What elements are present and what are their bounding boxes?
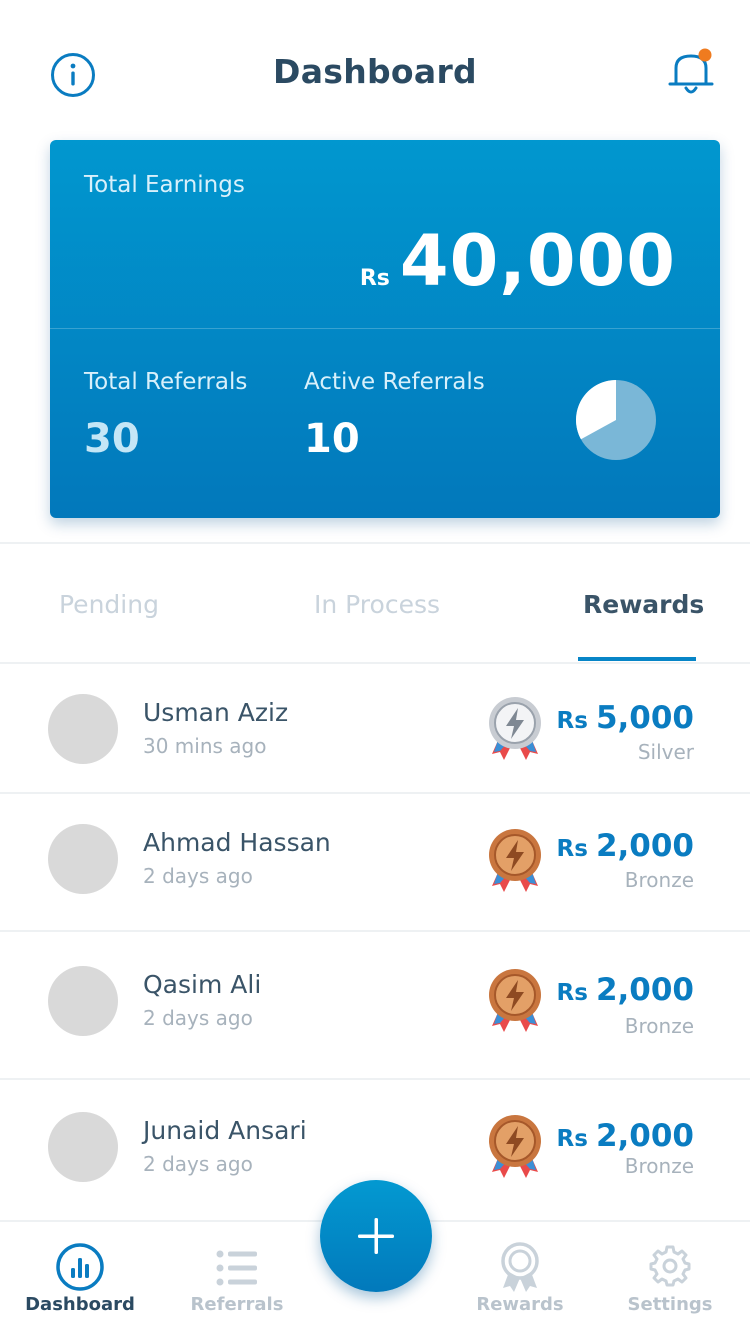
avatar [48,694,118,764]
reward-tier: Silver [637,740,694,764]
active-referrals-label: Active Referrals [304,369,485,395]
list-item[interactable]: Ahmad Hassan 2 days ago Rs 2,000 Bronze [0,794,750,930]
active-tab-indicator [578,657,696,661]
list-item[interactable]: Usman Aziz 30 mins ago Rs 5,000 Silver [0,664,750,794]
nav-item-settings[interactable]: Settings [595,1222,745,1336]
active-referrals-value: 10 [304,416,360,462]
tab-bar: Pending In Process Rewards [0,544,750,662]
nav-label: Rewards [476,1294,564,1315]
referral-time: 2 days ago [143,1006,253,1030]
referral-time: 30 mins ago [143,734,267,758]
currency-label: Rs [359,266,390,291]
currency-label: Rs [556,836,588,862]
nav-item-rewards[interactable]: Rewards [445,1222,595,1336]
nav-label: Settings [627,1294,713,1315]
card-divider [50,328,720,329]
avatar [48,1112,118,1182]
reward-tier: Bronze [624,868,694,892]
reward-amount: Rs 5,000 [557,700,694,736]
bronze-medal-icon [489,829,541,892]
avatar [48,824,118,894]
plus-icon [358,1218,394,1254]
chart-icon [56,1243,104,1291]
header: Dashboard [0,0,750,140]
list-item[interactable]: Qasim Ali 2 days ago Rs 2,000 Bronze [0,932,750,1078]
earnings-summary-card: Total Earnings Rs 40,000 Total Referrals… [50,140,720,518]
bronze-medal-icon [489,969,541,1032]
reward-amount: Rs 2,000 [557,1118,694,1154]
referral-time: 2 days ago [143,1152,253,1176]
earnings-amount: 40,000 [399,220,676,302]
page-title: Dashboard [273,52,477,91]
reward-amount: Rs 2,000 [557,828,694,864]
tab-in-process[interactable]: In Process [314,590,440,619]
reward-value: 2,000 [595,972,694,1008]
tab-pending[interactable]: Pending [59,590,159,619]
reward-value: 5,000 [595,700,694,736]
notifications-button[interactable] [666,46,716,98]
nav-item-dashboard[interactable]: Dashboard [5,1222,155,1336]
notification-dot [698,48,712,62]
list-icon [216,1250,257,1286]
add-referral-button[interactable] [320,1180,432,1292]
total-referrals-label: Total Referrals [84,369,248,395]
currency-label: Rs [556,708,588,734]
tab-rewards[interactable]: Rewards [583,590,704,619]
reward-amount: Rs 2,000 [557,972,694,1008]
nav-label: Dashboard [25,1294,135,1315]
referrals-pie-chart [576,380,656,460]
bronze-medal-icon [489,1115,541,1178]
silver-medal-icon [489,697,541,760]
referral-name: Qasim Ali [143,970,262,999]
currency-label: Rs [556,980,588,1006]
currency-label: Rs [556,1126,588,1152]
total-earnings-value: Rs 40,000 [360,220,676,302]
total-earnings-label: Total Earnings [84,172,245,198]
reward-value: 2,000 [595,828,694,864]
avatar [48,966,118,1036]
total-referrals-value: 30 [84,416,140,462]
award-icon [501,1242,539,1292]
bell-icon [668,48,714,94]
reward-tier: Bronze [624,1154,694,1178]
reward-tier: Bronze [624,1014,694,1038]
nav-item-referrals[interactable]: Referrals [162,1222,312,1336]
referral-name: Usman Aziz [143,698,289,727]
referral-name: Ahmad Hassan [143,828,331,857]
referral-time: 2 days ago [143,864,253,888]
reward-value: 2,000 [595,1118,694,1154]
nav-label: Referrals [190,1294,284,1315]
gear-icon [649,1245,691,1287]
referral-name: Junaid Ansari [143,1116,307,1145]
